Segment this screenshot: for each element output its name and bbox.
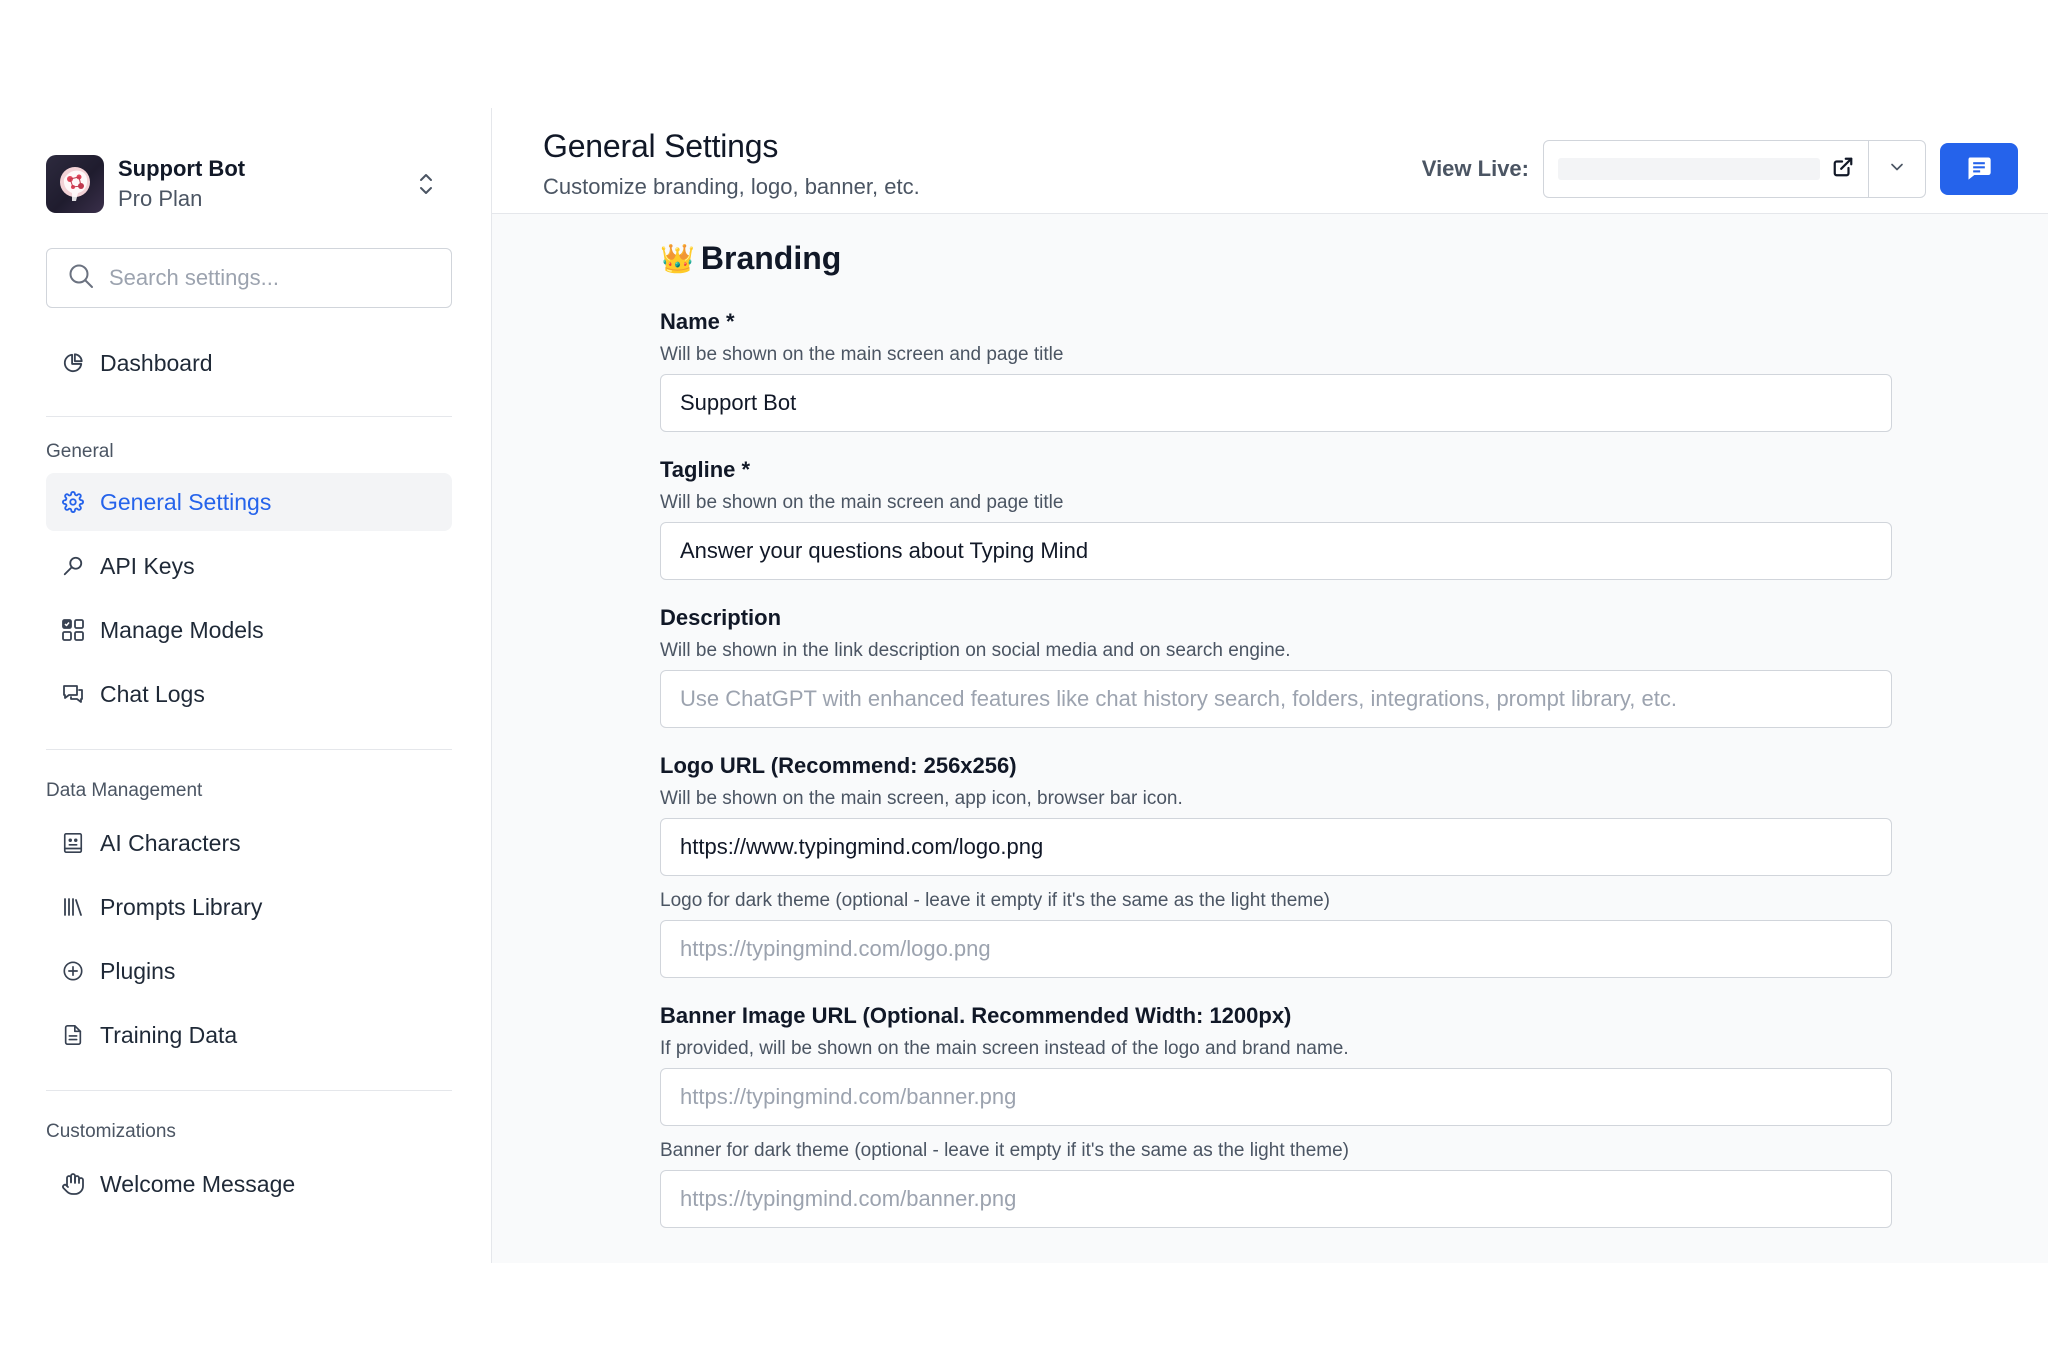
- plus-circle-icon: [60, 958, 86, 984]
- character-icon: [60, 830, 86, 856]
- section-title-customizations: Customizations: [46, 1121, 176, 1142]
- description-label: Description: [660, 605, 782, 630]
- chat-bubbles-icon: [60, 681, 86, 707]
- sidebar-item-label: Chat Logs: [100, 680, 205, 707]
- section-title-general: General: [46, 441, 114, 462]
- logo-dark-url-input[interactable]: [660, 920, 1892, 978]
- description-input[interactable]: [660, 670, 1892, 728]
- url-field: [1558, 158, 1820, 180]
- search-icon: [67, 262, 95, 295]
- search-input[interactable]: [109, 249, 451, 307]
- chat-icon: [1965, 154, 1993, 185]
- view-live-dropdown[interactable]: [1869, 141, 1925, 197]
- name-help: Will be shown on the main screen and pag…: [660, 344, 1064, 365]
- key-icon: [60, 553, 86, 579]
- sidebar-item-prompts-library[interactable]: Prompts Library: [46, 878, 452, 936]
- sidebar-item-manage-models[interactable]: Manage Models: [46, 601, 452, 659]
- branding-heading: 👑 Branding: [660, 236, 2048, 280]
- banner-url-label: Banner Image URL (Optional. Recommended …: [660, 1003, 1292, 1028]
- sidebar-item-plugins[interactable]: Plugins: [46, 942, 452, 1000]
- sidebar: Support Bot Pro Plan Search settings... …: [22, 108, 492, 1263]
- workspace-logo: [46, 155, 104, 213]
- search-box: [46, 248, 452, 308]
- library-icon: [60, 894, 86, 920]
- grid-icon: [60, 617, 86, 643]
- sidebar-item-training-data[interactable]: Training Data: [46, 1006, 452, 1064]
- sidebar-item-ai-characters[interactable]: AI Characters: [46, 814, 452, 872]
- sidebar-item-label: Training Data: [100, 1021, 238, 1048]
- logo-url-input[interactable]: [660, 818, 1892, 876]
- tagline-help: Will be shown on the main screen and pag…: [660, 492, 1064, 513]
- view-live-link[interactable]: [1544, 141, 1869, 197]
- sidebar-item-label: Welcome Message: [100, 1170, 296, 1197]
- open-chat-button[interactable]: [1940, 143, 2018, 195]
- branding-title: Branding: [700, 239, 842, 276]
- hand-icon: [60, 1171, 86, 1197]
- field-name: Name * Will be shown on the main screen …: [660, 308, 2048, 432]
- sidebar-item-chat-logs[interactable]: Chat Logs: [46, 665, 452, 723]
- tagline-label: Tagline *: [660, 457, 751, 482]
- section-title-data-management: Data Management: [46, 780, 203, 801]
- sidebar-item-label: Manage Models: [100, 616, 264, 643]
- field-banner-url: Banner Image URL (Optional. Recommended …: [660, 1002, 2048, 1228]
- description-help: Will be shown in the link description on…: [660, 640, 1291, 661]
- sidebar-item-dashboard[interactable]: Dashboard: [46, 334, 452, 392]
- sidebar-item-welcome-message[interactable]: Welcome Message: [46, 1155, 452, 1213]
- name-input[interactable]: [660, 374, 1892, 432]
- view-live-label: View Live:: [1421, 156, 1529, 181]
- sidebar-item-label: Plugins: [100, 957, 176, 984]
- banner-dark-url-input[interactable]: [660, 1170, 1892, 1228]
- page-header: General Settings Customize branding, log…: [492, 108, 2048, 214]
- page-subtitle: Customize branding, logo, banner, etc.: [543, 174, 920, 199]
- crown-icon: 👑: [660, 242, 695, 274]
- logo-url-label: Logo URL (Recommend: 256x256): [660, 753, 1017, 778]
- main-content: General Settings Customize branding, log…: [492, 108, 2048, 1263]
- banner-dark-help: Banner for dark theme (optional - leave …: [660, 1140, 1350, 1161]
- app-window: Support Bot Pro Plan Search settings... …: [22, 108, 2048, 1263]
- document-icon: [60, 1022, 86, 1048]
- field-description: Description Will be shown in the link de…: [660, 604, 2048, 728]
- page-title: General Settings: [543, 128, 779, 164]
- sidebar-item-label: API Keys: [100, 552, 195, 579]
- sidebar-item-general-settings[interactable]: General Settings: [46, 473, 452, 531]
- sidebar-item-label: Dashboard: [100, 349, 213, 376]
- field-tagline: Tagline * Will be shown on the main scre…: [660, 456, 2048, 580]
- chevron-down-icon: [1887, 157, 1907, 182]
- settings-form: 👑 Branding Name * Will be shown on the m…: [492, 214, 2048, 1228]
- logo-url-help: Will be shown on the main screen, app ic…: [660, 788, 1183, 809]
- sidebar-item-label: Prompts Library: [100, 893, 263, 920]
- banner-url-help: If provided, will be shown on the main s…: [660, 1038, 1349, 1059]
- workspace-switcher[interactable]: Support Bot Pro Plan: [46, 154, 452, 214]
- workspace-name: Support Bot: [118, 156, 246, 181]
- chevron-up-down-icon: [414, 169, 438, 199]
- view-live-selector: [1543, 140, 1926, 198]
- sidebar-item-label: AI Characters: [100, 829, 241, 856]
- logo-dark-help: Logo for dark theme (optional - leave it…: [660, 890, 1331, 911]
- external-link-icon[interactable]: [1832, 156, 1854, 183]
- name-label: Name *: [660, 309, 735, 334]
- sidebar-item-label: General Settings: [100, 488, 272, 515]
- banner-url-input[interactable]: [660, 1068, 1892, 1126]
- workspace-plan: Pro Plan: [118, 186, 203, 211]
- pie-chart-icon: [60, 350, 86, 376]
- field-logo-url: Logo URL (Recommend: 256x256) Will be sh…: [660, 752, 2048, 978]
- gear-icon: [60, 489, 86, 515]
- tagline-input[interactable]: [660, 522, 1892, 580]
- sidebar-item-api-keys[interactable]: API Keys: [46, 537, 452, 595]
